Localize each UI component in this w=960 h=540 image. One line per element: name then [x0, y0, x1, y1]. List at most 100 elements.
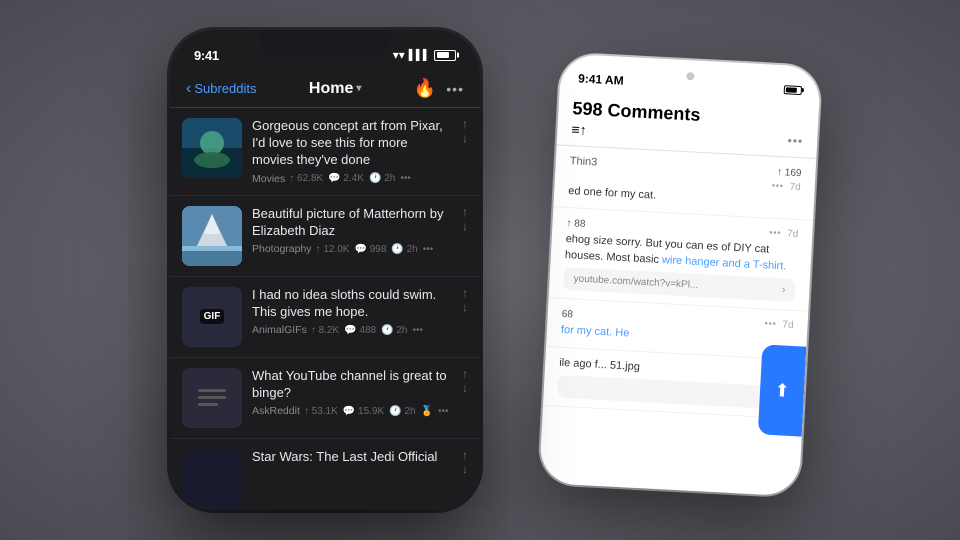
- comment-upvotes: 68: [561, 309, 573, 321]
- comment-upvotes: ↑ 169: [777, 167, 802, 179]
- upvote-count: ↑ 12.0K: [316, 244, 350, 255]
- upvote-arrow-icon[interactable]: ↑: [462, 368, 468, 380]
- post-time: 🕐 2h: [369, 173, 395, 184]
- downvote-arrow-icon[interactable]: ↓: [462, 220, 468, 232]
- post-content: Star Wars: The Last Jedi Official: [252, 449, 452, 470]
- post-thumbnail-pixar: [182, 118, 242, 178]
- post-item[interactable]: Star Wars: The Last Jedi Official ↑ ↓: [170, 439, 480, 510]
- comment-meta-right: ••• 7d: [769, 228, 799, 241]
- post-time: 🕐 2h: [381, 325, 407, 336]
- post-stats: ↑ 62.8K 💬 2.4K 🕐 2h •••: [289, 173, 411, 184]
- comment-age: 7d: [782, 320, 794, 332]
- comment-age: 7d: [789, 182, 801, 194]
- post-title: Beautiful picture of Matterhorn by Eliza…: [252, 206, 452, 240]
- post-title: Gorgeous concept art from Pixar, I'd lov…: [252, 118, 452, 169]
- post-time: 🕐 2h: [391, 244, 417, 255]
- vote-arrows[interactable]: ↑ ↓: [462, 206, 468, 232]
- nav-title[interactable]: Home ▾: [309, 80, 361, 98]
- upvote-arrow-icon[interactable]: ↑: [462, 287, 468, 299]
- post-content: Beautiful picture of Matterhorn by Eliza…: [252, 206, 452, 256]
- comment-meta-right: ••• 7d: [771, 181, 801, 194]
- comment-count: 💬 15.9K: [343, 406, 384, 417]
- vote-arrows[interactable]: ↑ ↓: [462, 118, 468, 144]
- more-icon: •••: [400, 173, 411, 184]
- comment-item[interactable]: ↑ 88 ••• 7d ehog size sorry. But you can…: [549, 208, 813, 312]
- comment-link[interactable]: wire hanger and a T-shirt.: [662, 254, 787, 273]
- post-title: What YouTube channel is great to binge?: [252, 368, 452, 402]
- home-title: Home: [309, 80, 353, 98]
- upvote-arrow-icon[interactable]: ↑: [462, 449, 468, 461]
- more-icon: •••: [412, 325, 423, 336]
- chevron-down-icon: ▾: [356, 83, 361, 94]
- flame-icon[interactable]: 🔥: [414, 78, 436, 99]
- more-options-icon[interactable]: •••: [787, 133, 803, 148]
- signal-icon: ▌▌▌: [409, 50, 430, 61]
- notch: [260, 30, 390, 58]
- post-list: Gorgeous concept art from Pixar, I'd lov…: [170, 108, 480, 510]
- post-title: Star Wars: The Last Jedi Official: [252, 449, 452, 466]
- sort-icon[interactable]: ≡↑: [571, 121, 587, 138]
- more-icon: •••: [438, 406, 449, 417]
- comment-link[interactable]: for my cat. He: [561, 324, 630, 340]
- comment-more-icon[interactable]: •••: [764, 319, 777, 331]
- post-thumbnail-gif: GIF: [182, 287, 242, 347]
- link-preview-url: [568, 387, 772, 398]
- nav-bar-dark: ‹ Subreddits Home ▾ 🔥 •••: [170, 74, 480, 108]
- phones-container: 9:41 ▾▾ ▌▌▌ ‹ Subreddits Home ▾: [130, 20, 830, 520]
- post-thumbnail-reddit: [182, 368, 242, 428]
- status-time-dark: 9:41: [194, 48, 219, 63]
- wifi-icon: ▾▾: [393, 48, 405, 62]
- post-item[interactable]: What YouTube channel is great to binge? …: [170, 358, 480, 439]
- battery-icon: [434, 50, 456, 61]
- phone-dark: 9:41 ▾▾ ▌▌▌ ‹ Subreddits Home ▾: [170, 30, 480, 510]
- post-item[interactable]: GIF I had no idea sloths could swim. Thi…: [170, 277, 480, 358]
- upvote-arrow-icon[interactable]: ↑: [462, 206, 468, 218]
- battery-fill-white: [786, 87, 797, 93]
- upvote-count: ↑ 53.1K: [304, 406, 338, 417]
- post-title: I had no idea sloths could swim. This gi…: [252, 287, 452, 321]
- gif-badge: GIF: [200, 309, 225, 324]
- post-stats: ↑ 53.1K 💬 15.9K 🕐 2h 🏅 •••: [304, 406, 449, 417]
- upvote-count: ↑ 62.8K: [289, 173, 323, 184]
- post-subreddit: Photography: [252, 243, 312, 255]
- status-icons-dark: ▾▾ ▌▌▌: [393, 48, 456, 62]
- post-thumbnail-matterhorn: [182, 206, 242, 266]
- scroll-to-top-button[interactable]: ⬆: [758, 344, 807, 436]
- comment-upvotes: ↑ 88: [566, 218, 585, 230]
- vote-arrows[interactable]: ↑ ↓: [462, 449, 468, 475]
- chevron-right-icon: ›: [782, 285, 786, 296]
- post-content: I had no idea sloths could swim. This gi…: [252, 287, 452, 337]
- comment-count: 💬 2.4K: [328, 173, 364, 184]
- downvote-arrow-icon[interactable]: ↓: [462, 301, 468, 313]
- back-chevron-icon: ‹: [186, 80, 191, 98]
- upvote-arrow-icon[interactable]: ↑: [462, 118, 468, 130]
- battery-white: [784, 85, 802, 95]
- post-meta: AskReddit ↑ 53.1K 💬 15.9K 🕐 2h 🏅 •••: [252, 405, 452, 417]
- comment-meta-right: ↑ 169: [777, 165, 802, 179]
- comment-more-icon[interactable]: •••: [769, 228, 782, 240]
- post-meta: Movies ↑ 62.8K 💬 2.4K 🕐 2h •••: [252, 173, 452, 185]
- nav-actions: 🔥 •••: [414, 78, 464, 99]
- award-icon: 🏅: [421, 406, 433, 417]
- back-label: Subreddits: [194, 81, 256, 96]
- downvote-arrow-icon[interactable]: ↓: [462, 463, 468, 475]
- post-stats: ↑ 8.2K 💬 488 🕐 2h •••: [311, 325, 423, 336]
- upvote-count: ↑ 8.2K: [311, 325, 339, 336]
- post-subreddit: Movies: [252, 173, 285, 185]
- vote-arrows[interactable]: ↑ ↓: [462, 287, 468, 313]
- comment-meta-right: ••• 7d: [764, 319, 794, 332]
- nav-back-button[interactable]: ‹ Subreddits: [186, 80, 256, 98]
- downvote-arrow-icon[interactable]: ↓: [462, 382, 468, 394]
- downvote-arrow-icon[interactable]: ↓: [462, 132, 468, 144]
- status-time-white: 9:41 AM: [578, 71, 624, 87]
- battery-fill: [437, 52, 450, 58]
- post-item[interactable]: Beautiful picture of Matterhorn by Eliza…: [170, 196, 480, 277]
- post-thumbnail-starwars: [182, 449, 242, 509]
- more-options-icon[interactable]: •••: [446, 81, 464, 97]
- post-time: 🕐 2h: [389, 406, 415, 417]
- post-subreddit: AnimalGIFs: [252, 324, 307, 336]
- post-content: Gorgeous concept art from Pixar, I'd lov…: [252, 118, 452, 185]
- vote-arrows[interactable]: ↑ ↓: [462, 368, 468, 394]
- comment-more-icon[interactable]: •••: [771, 181, 784, 193]
- post-item[interactable]: Gorgeous concept art from Pixar, I'd lov…: [170, 108, 480, 196]
